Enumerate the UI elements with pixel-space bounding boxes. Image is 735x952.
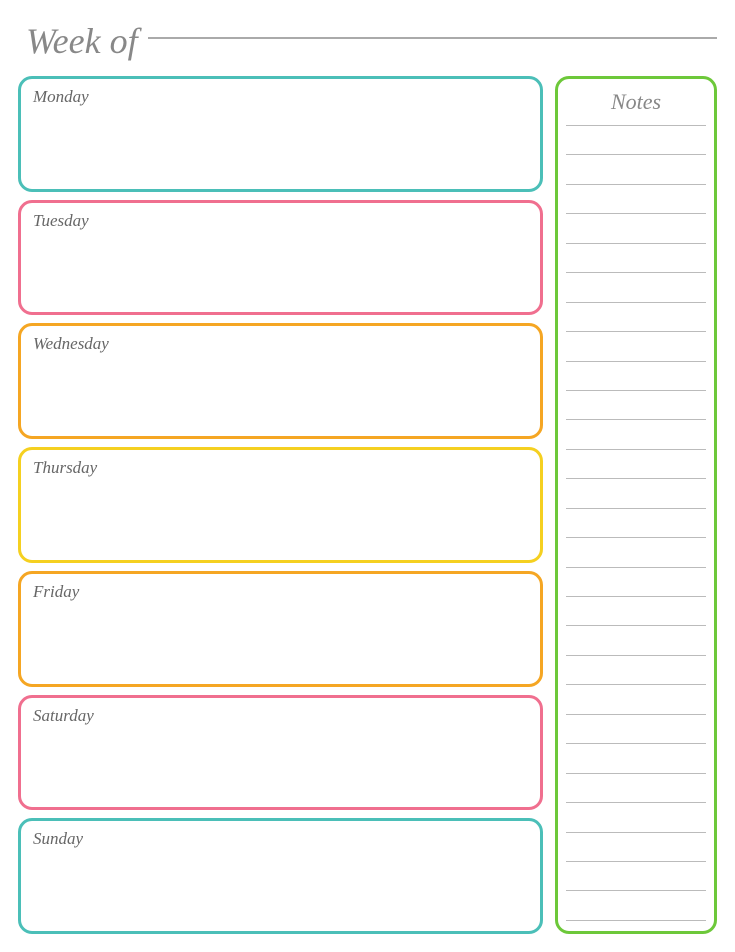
notes-line — [566, 920, 706, 921]
notes-line — [566, 508, 706, 509]
notes-line — [566, 361, 706, 362]
day-label-friday: Friday — [33, 582, 528, 602]
notes-line — [566, 213, 706, 214]
notes-line — [566, 302, 706, 303]
day-box-monday[interactable]: Monday — [18, 76, 543, 192]
notes-lines — [566, 125, 706, 921]
weekly-planner-page: Week of Monday Tuesday Wednesday Thursday Fr… — [0, 0, 735, 952]
notes-line — [566, 773, 706, 774]
day-label-tuesday: Tuesday — [33, 211, 528, 231]
day-label-sunday: Sunday — [33, 829, 528, 849]
day-box-thursday[interactable]: Thursday — [18, 447, 543, 563]
notes-line — [566, 890, 706, 891]
notes-line — [566, 567, 706, 568]
day-box-saturday[interactable]: Saturday — [18, 695, 543, 811]
notes-line — [566, 655, 706, 656]
notes-title: Notes — [566, 89, 706, 115]
days-column: Monday Tuesday Wednesday Thursday Friday Satu… — [18, 76, 543, 934]
week-of-label: Week of — [26, 20, 138, 62]
notes-line — [566, 714, 706, 715]
day-box-wednesday[interactable]: Wednesday — [18, 323, 543, 439]
day-label-monday: Monday — [33, 87, 528, 107]
header: Week of — [18, 20, 717, 62]
notes-line — [566, 449, 706, 450]
day-label-wednesday: Wednesday — [33, 334, 528, 354]
notes-line — [566, 331, 706, 332]
notes-line — [566, 537, 706, 538]
notes-line — [566, 390, 706, 391]
notes-line — [566, 832, 706, 833]
week-of-underline — [148, 37, 717, 39]
day-label-saturday: Saturday — [33, 706, 528, 726]
notes-line — [566, 743, 706, 744]
notes-line — [566, 154, 706, 155]
notes-line — [566, 802, 706, 803]
notes-line — [566, 272, 706, 273]
notes-line — [566, 625, 706, 626]
notes-line — [566, 125, 706, 126]
notes-line — [566, 596, 706, 597]
notes-line — [566, 184, 706, 185]
day-box-tuesday[interactable]: Tuesday — [18, 200, 543, 316]
day-box-sunday[interactable]: Sunday — [18, 818, 543, 934]
day-label-thursday: Thursday — [33, 458, 528, 478]
notes-line — [566, 684, 706, 685]
main-content: Monday Tuesday Wednesday Thursday Friday Satu… — [18, 76, 717, 934]
notes-line — [566, 861, 706, 862]
day-box-friday[interactable]: Friday — [18, 571, 543, 687]
notes-line — [566, 243, 706, 244]
notes-line — [566, 419, 706, 420]
notes-section: Notes — [555, 76, 717, 934]
notes-line — [566, 478, 706, 479]
